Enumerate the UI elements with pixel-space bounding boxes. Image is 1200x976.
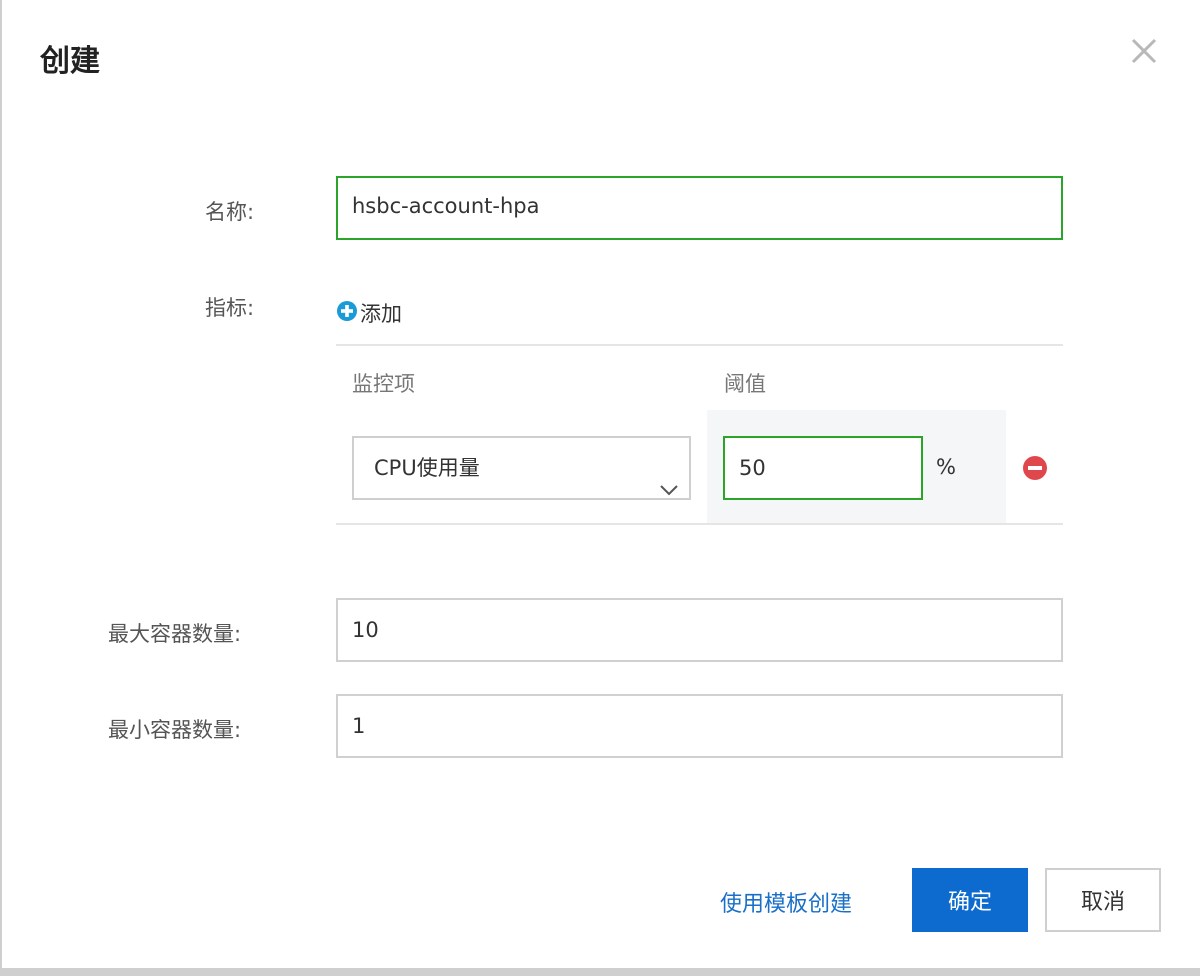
close-icon[interactable] <box>1124 31 1164 71</box>
cancel-button[interactable]: 取消 <box>1045 868 1161 932</box>
name-label: 名称: <box>205 200 255 224</box>
chevron-down-icon <box>659 460 679 520</box>
threshold-input[interactable]: 50 <box>723 436 923 500</box>
dialog-title: 创建 <box>40 44 100 79</box>
column-header-threshold: 阈值 <box>724 372 766 396</box>
max-containers-label: 最大容器数量: <box>108 622 242 646</box>
remove-metric-icon[interactable] <box>1022 455 1048 485</box>
table-top-divider <box>336 344 1063 346</box>
create-dialog: 创建 名称: hsbc-account-hpa 指标: 添加 监控项 阈值 CP… <box>0 0 1200 976</box>
backdrop-edge-bottom <box>0 968 1200 976</box>
name-input[interactable]: hsbc-account-hpa <box>336 176 1063 240</box>
add-metric-label: 添加 <box>360 302 402 326</box>
min-containers-label: 最小容器数量: <box>108 718 242 742</box>
threshold-unit: % <box>936 455 956 479</box>
plus-circle-icon <box>336 300 358 326</box>
metric-select-value: CPU使用量 <box>374 456 480 480</box>
max-containers-input[interactable]: 10 <box>336 598 1063 662</box>
table-bottom-divider <box>336 523 1063 525</box>
min-containers-input[interactable]: 1 <box>336 694 1063 758</box>
create-from-template-link[interactable]: 使用模板创建 <box>720 886 852 918</box>
add-metric-button[interactable]: 添加 <box>336 298 402 328</box>
backdrop-edge <box>0 0 2 976</box>
column-header-metric: 监控项 <box>352 372 415 396</box>
metric-select[interactable]: CPU使用量 <box>352 436 691 500</box>
metrics-label: 指标: <box>205 296 255 320</box>
ok-button[interactable]: 确定 <box>912 868 1028 932</box>
